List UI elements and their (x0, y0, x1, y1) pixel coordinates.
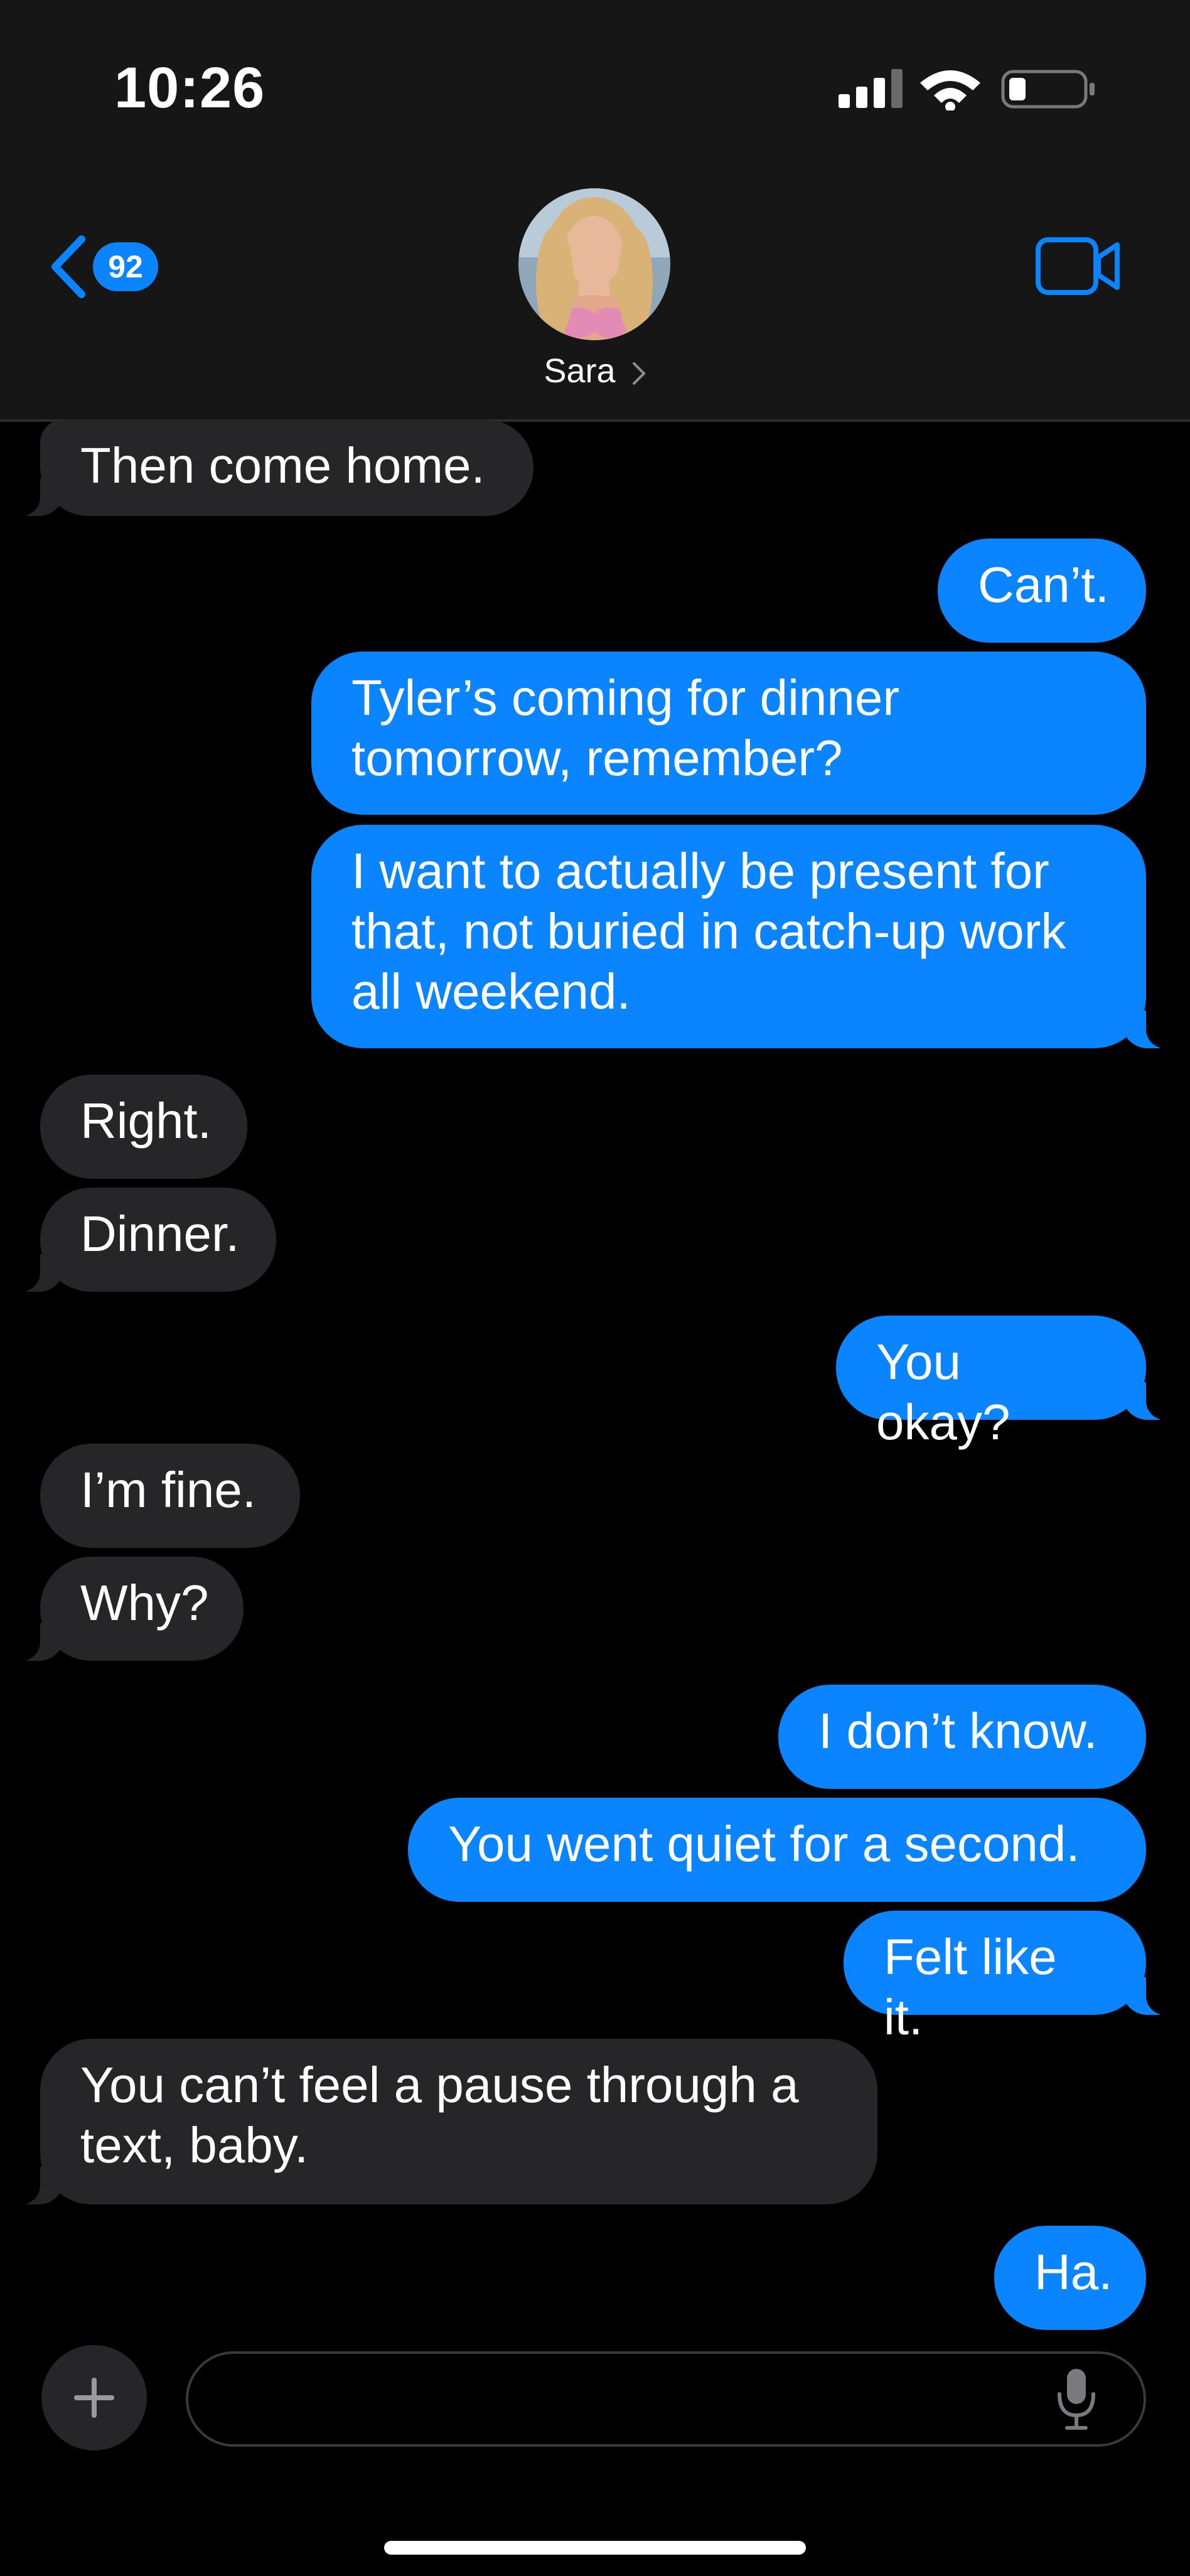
message-bubble-incoming[interactable]: Why? (3, 1557, 244, 1661)
message-bubble-outgoing[interactable]: Can’t. (938, 539, 1146, 643)
message-bubble-incoming[interactable]: I’m fine. (40, 1444, 300, 1548)
cellular-signal-icon (839, 69, 903, 108)
chevron-right-icon (632, 362, 646, 385)
message-thread[interactable]: Then come home. Can’t. Tyler’s coming fo… (0, 419, 1190, 2334)
message-bubble-outgoing[interactable]: You okay? (836, 1316, 1184, 1450)
message-input[interactable] (186, 2351, 1146, 2447)
battery-icon (1001, 70, 1095, 109)
message-bubble-outgoing[interactable]: I want to actually be present for that, … (311, 825, 1184, 1048)
status-icons (839, 69, 1095, 110)
message-bubble-outgoing[interactable]: Felt like it. (844, 1911, 1184, 2045)
home-indicator[interactable] (384, 2541, 806, 2555)
message-bubble-incoming[interactable]: Dinner. (3, 1188, 276, 1292)
message-bubble-outgoing[interactable]: I don’t know. (778, 1685, 1146, 1789)
unread-count-badge: 92 (93, 242, 158, 291)
message-bubble-incoming[interactable]: You can’t feel a pause through a text, b… (3, 2039, 877, 2204)
back-button[interactable]: 92 (49, 232, 174, 301)
message-composer (0, 2341, 1190, 2576)
contact-name-button[interactable]: Sara (0, 352, 1190, 390)
message-bubble-incoming[interactable]: Then come home. (3, 419, 533, 516)
microphone-icon[interactable] (1054, 2366, 1098, 2432)
avatar-image (518, 188, 670, 340)
plus-icon (74, 2378, 114, 2418)
video-camera-icon[interactable] (1036, 236, 1121, 296)
message-bubble-outgoing[interactable]: Tyler’s coming for dinner tomorrow, reme… (311, 652, 1146, 815)
contact-avatar[interactable] (518, 188, 670, 340)
contact-name: Sara (544, 352, 616, 390)
message-bubble-incoming[interactable]: Right. (40, 1075, 247, 1179)
message-bubble-outgoing[interactable]: Ha. (994, 2226, 1146, 2330)
message-bubble-outgoing[interactable]: You went quiet for a second. (408, 1798, 1146, 1902)
wifi-icon (920, 70, 980, 110)
chevron-left-icon (51, 235, 85, 298)
conversation-header: 10:26 92 Sara (0, 0, 1190, 422)
status-time: 10:26 (114, 56, 265, 120)
add-attachment-button[interactable] (41, 2345, 147, 2450)
